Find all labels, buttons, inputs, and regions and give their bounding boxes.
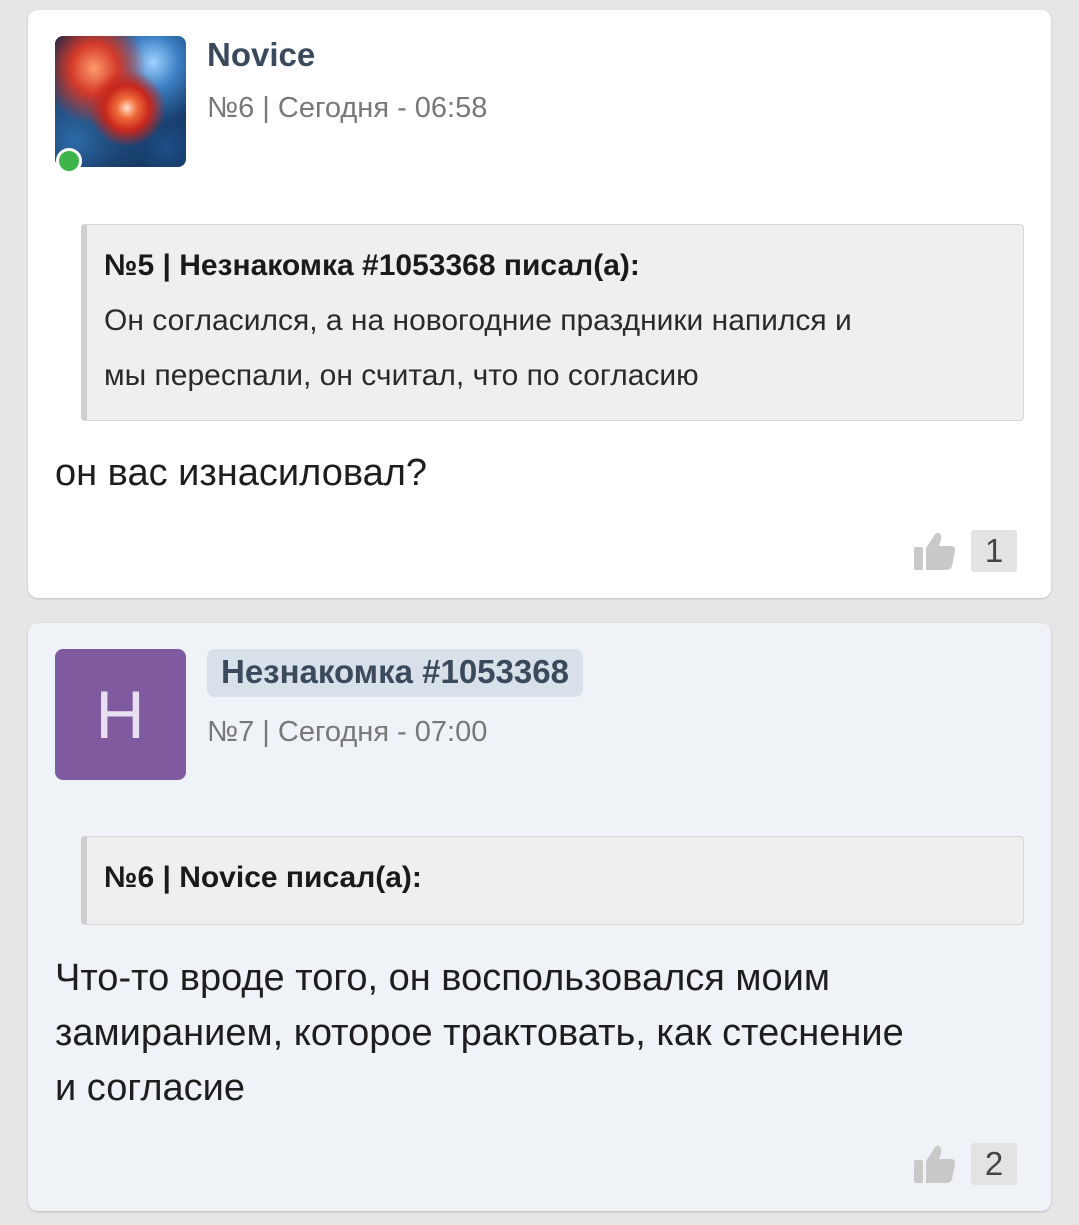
quote-header: №6 | Novice писал(а): [104,861,422,894]
post-text-line: Что-то вроде того, он воспользовался мои… [55,957,830,999]
post-author[interactable]: Novice [207,36,315,74]
like-control[interactable]: 2 [913,1143,1017,1185]
forum-post: Н Незнакомка #1053368 №7 | Сегодня - 07:… [28,623,1051,1211]
quote-text: Он согласился, а на новогодние праздники… [104,293,1003,403]
post-text-line: и согласие [55,1067,246,1109]
like-control[interactable]: 1 [913,530,1017,572]
quote-line: Он согласился, а на новогодние праздники… [104,304,852,337]
forum-post: Novice №6 | Сегодня - 06:58 №5 | Незнако… [28,10,1051,598]
online-status-icon [56,148,82,174]
post-text-line: замиранием, которое трактовать, как стес… [55,1012,904,1054]
post-author[interactable]: Незнакомка #1053368 [207,649,583,697]
quote-line: мы переспали, он считал, что по согласию [104,359,699,392]
post-text: Что-то вроде того, он воспользовался мои… [55,951,1025,1116]
post-meta: №7 | Сегодня - 07:00 [207,716,488,748]
post-text: он вас изнасиловал? [55,452,428,494]
like-count: 2 [971,1143,1017,1185]
avatar[interactable]: Н [55,649,186,780]
thumbs-up-icon[interactable] [913,1143,957,1185]
quote-block: №5 | Незнакомка #1053368 писал(а): Он со… [81,224,1024,421]
quote-block: №6 | Novice писал(а): [81,836,1024,925]
thumbs-up-icon[interactable] [913,530,957,572]
post-meta: №6 | Сегодня - 06:58 [207,92,488,124]
avatar[interactable] [55,36,186,167]
like-count: 1 [971,530,1017,572]
quote-header: №5 | Незнакомка #1053368 писал(а): [104,249,640,282]
